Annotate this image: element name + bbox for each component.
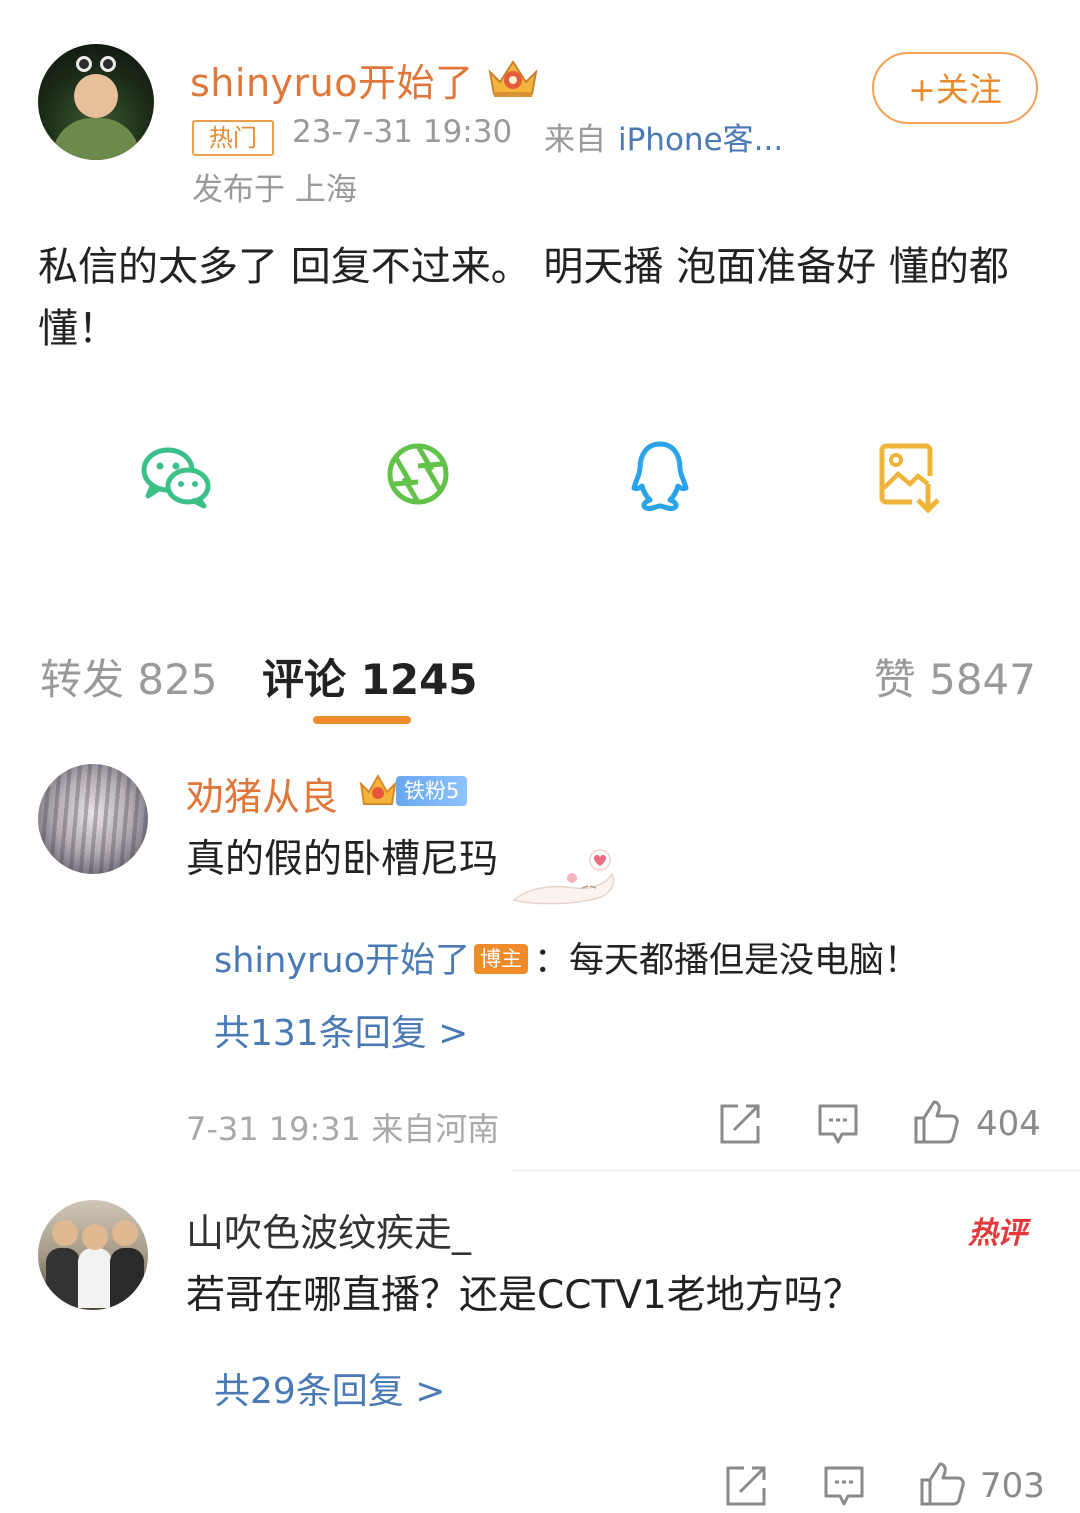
save-image-icon[interactable] bbox=[870, 436, 950, 516]
post-from-label: 来自 bbox=[544, 122, 606, 158]
tab-like[interactable]: 赞 5847 bbox=[874, 646, 1036, 707]
comment-meta: 7-31 19:31 来自河南 bbox=[186, 1110, 500, 1148]
fan-level-label: 铁粉5 bbox=[396, 776, 468, 806]
crown-icon bbox=[488, 60, 538, 97]
fan-crown-icon bbox=[359, 773, 397, 805]
like-count: 703 bbox=[980, 1466, 1045, 1506]
author-name[interactable]: shinyruo开始了 bbox=[190, 52, 473, 107]
like-count: 404 bbox=[976, 1104, 1041, 1144]
forward-icon[interactable] bbox=[718, 1102, 762, 1146]
commenter-avatar[interactable] bbox=[38, 764, 148, 874]
author-avatar[interactable] bbox=[38, 44, 154, 160]
active-tab-indicator bbox=[313, 716, 411, 724]
cat-sticker-icon bbox=[512, 849, 615, 905]
moments-icon[interactable] bbox=[380, 436, 460, 516]
tab-repost[interactable]: 转发 825 bbox=[40, 646, 218, 707]
reply-text: ：每天都播但是没电脑！ bbox=[534, 941, 920, 981]
forward-icon[interactable] bbox=[724, 1464, 768, 1508]
wechat-icon[interactable] bbox=[136, 436, 216, 516]
like-icon[interactable] bbox=[912, 1098, 960, 1146]
commenter-name[interactable]: 山吹色波纹疾走_ bbox=[186, 1202, 471, 1257]
comment-divider bbox=[510, 1170, 1080, 1171]
reply-icon[interactable] bbox=[816, 1102, 860, 1146]
commenter-name[interactable]: 劝猪从良 bbox=[186, 766, 338, 821]
blogger-tag: 博主 bbox=[474, 944, 529, 974]
qq-icon[interactable] bbox=[620, 436, 700, 516]
reply-author[interactable]: shinyruo开始了 bbox=[214, 941, 470, 981]
post-text: 私信的太多了 回复不过来。 明天播 泡面准备好 懂的都懂！ bbox=[38, 244, 1009, 352]
reply-icon[interactable] bbox=[822, 1464, 866, 1508]
post-location: 发布于 上海 bbox=[192, 172, 357, 208]
comment-text: 真的假的卧槽尼玛 bbox=[186, 837, 499, 882]
hot-badge: 热门 bbox=[192, 120, 274, 156]
follow-button[interactable]: +关注 bbox=[872, 52, 1038, 124]
view-replies-link[interactable]: 共131条回复 > bbox=[214, 1004, 468, 1056]
commenter-avatar[interactable] bbox=[38, 1200, 148, 1310]
blogger-reply[interactable]: shinyruo开始了 博主 ：每天都播但是没电脑！ bbox=[214, 932, 919, 983]
post-time: 23-7-31 19:30 bbox=[292, 114, 513, 150]
comment-text: 若哥在哪直播？还是CCTV1老地方吗？ bbox=[186, 1273, 862, 1318]
like-icon[interactable] bbox=[918, 1460, 966, 1508]
view-replies-link[interactable]: 共29条回复 > bbox=[214, 1362, 445, 1414]
post-client[interactable]: iPhone客... bbox=[618, 114, 783, 159]
tab-comment[interactable]: 评论 1245 bbox=[262, 646, 478, 707]
hot-comment-tag: 热评 bbox=[968, 1216, 1027, 1251]
